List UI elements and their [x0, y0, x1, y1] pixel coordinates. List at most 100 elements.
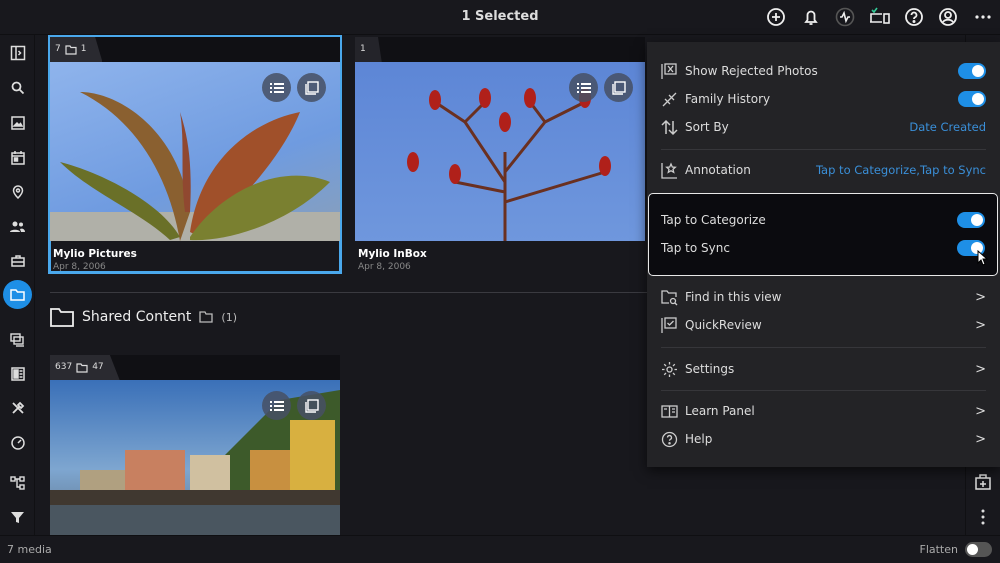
folder-date: Apr 8, 2006 [53, 262, 106, 272]
flatten-toggle[interactable] [965, 542, 992, 557]
list-view-button[interactable] [262, 391, 291, 420]
popup-label: Tap to Categorize [661, 213, 766, 227]
menu-label: Family History [685, 92, 771, 106]
flower-photo [407, 88, 611, 241]
more-icon[interactable] [973, 7, 993, 27]
devices-icon[interactable] [869, 7, 891, 27]
status-bar: 7 media Flatten [0, 535, 1000, 563]
search-icon[interactable] [7, 77, 28, 98]
dashboard-icon[interactable] [7, 363, 28, 384]
chevron-right-icon: > [975, 361, 986, 377]
find-folder-icon [661, 289, 678, 305]
show-rejected-toggle[interactable] [958, 63, 986, 79]
folder-icon [50, 308, 74, 327]
annotation-value[interactable]: Tap to Categorize,Tap to Sync [816, 163, 986, 177]
shared-content-title: Shared Content [82, 309, 192, 325]
menu-item-show-rejected[interactable]: Show Rejected Photos [661, 59, 986, 83]
folder-icon [65, 44, 77, 55]
menu-label: Settings [685, 362, 735, 376]
folder-thumbnail [50, 380, 340, 535]
flatten-label: Flatten [919, 543, 959, 556]
calendar-icon[interactable] [7, 147, 28, 168]
gallery-view-button[interactable] [297, 391, 326, 420]
menu-divider [661, 347, 986, 348]
folder-card-mylio-inbox[interactable]: 1 Mylio InBox Apr 8, 2006 [355, 37, 645, 272]
gallery-view-button[interactable] [297, 73, 326, 102]
briefcase-icon[interactable] [7, 250, 28, 271]
family-history-toggle[interactable] [958, 91, 986, 107]
folder-name: Mylio InBox [358, 248, 427, 260]
card-header: 1 [355, 37, 645, 62]
chevron-right-icon: > [975, 403, 986, 419]
folder-count: 47 [92, 362, 104, 372]
card-counts: 1 [355, 37, 382, 62]
annotation-popup: Tap to Categorize Tap to Sync [648, 193, 998, 276]
folder-card-shared[interactable]: 637 47 [50, 355, 340, 535]
add-folder-icon[interactable] [975, 474, 991, 490]
chevron-right-icon: > [975, 431, 986, 447]
shared-content-header[interactable]: Shared Content (1) [50, 307, 237, 327]
menu-item-quickreview[interactable]: QuickReview > [661, 313, 986, 337]
sort-icon [661, 119, 678, 135]
menu-item-settings[interactable]: Settings > [661, 357, 986, 381]
menu-label: QuickReview [685, 318, 762, 332]
list-view-button[interactable] [569, 73, 598, 102]
menu-divider [661, 149, 986, 150]
menu-item-family-history[interactable]: Family History [661, 87, 986, 111]
chevron-right-icon: > [975, 317, 986, 333]
menu-item-help[interactable]: Help > [661, 427, 986, 451]
duplicates-icon[interactable] [7, 329, 28, 350]
menu-label: Find in this view [685, 290, 782, 304]
map-pin-icon[interactable] [7, 181, 28, 202]
folder-name: Mylio Pictures [53, 248, 137, 260]
account-icon[interactable] [938, 7, 958, 27]
popup-item-tap-to-categorize[interactable]: Tap to Categorize [661, 208, 985, 232]
more-vertical-icon[interactable] [980, 509, 986, 525]
family-tree-icon [662, 92, 677, 106]
folder-count: 1 [80, 44, 87, 54]
speed-icon[interactable] [7, 432, 28, 453]
card-counts: 71 [50, 37, 103, 62]
media-count: 7 [55, 44, 61, 54]
folder-thumbnail [355, 62, 645, 241]
folder-date: Apr 8, 2006 [358, 262, 411, 272]
popup-label: Tap to Sync [661, 241, 730, 255]
gear-icon [662, 361, 677, 377]
popup-item-tap-to-sync[interactable]: Tap to Sync [661, 236, 985, 260]
chevron-right-icon: > [975, 289, 986, 305]
media-count: 1 [360, 44, 366, 54]
rejected-icon [661, 62, 677, 79]
help-icon[interactable] [904, 7, 924, 27]
menu-label: Help [685, 432, 713, 446]
panel-toggle-icon[interactable] [7, 42, 28, 63]
tools-icon[interactable] [7, 397, 28, 418]
sidebar [0, 35, 35, 535]
menu-label: Show Rejected Photos [685, 64, 818, 78]
gallery-view-button[interactable] [604, 73, 633, 102]
list-view-button[interactable] [262, 73, 291, 102]
menu-label: Learn Panel [685, 404, 755, 418]
folder-icon[interactable] [3, 280, 32, 309]
menu-item-find[interactable]: Find in this view > [661, 285, 986, 309]
tap-to-categorize-toggle[interactable] [957, 212, 985, 228]
menu-item-annotation[interactable]: Annotation Tap to Categorize,Tap to Sync [661, 158, 986, 182]
menu-item-sort-by[interactable]: Sort By Date Created [661, 115, 986, 139]
help-icon [661, 431, 678, 447]
shared-folder-count: (1) [221, 310, 238, 324]
folder-icon [76, 362, 88, 373]
menu-item-learn-panel[interactable]: Learn Panel > [661, 399, 986, 423]
sort-value[interactable]: Date Created [909, 120, 986, 134]
photos-icon[interactable] [7, 112, 28, 133]
card-header: 637 47 [50, 355, 340, 380]
sources-icon[interactable] [7, 472, 28, 493]
add-icon[interactable] [766, 7, 786, 27]
folder-card-mylio-pictures[interactable]: 71 Mylio Pictures Apr 8, 2006 [48, 35, 342, 274]
people-icon[interactable] [7, 216, 28, 237]
menu-divider [661, 390, 986, 391]
folder-thumbnail [50, 62, 340, 241]
media-count-status: 7 media [7, 543, 52, 556]
quickreview-icon [661, 316, 677, 333]
filter-icon[interactable] [7, 507, 28, 528]
activity-icon[interactable] [835, 7, 855, 27]
bell-icon[interactable] [801, 7, 821, 27]
